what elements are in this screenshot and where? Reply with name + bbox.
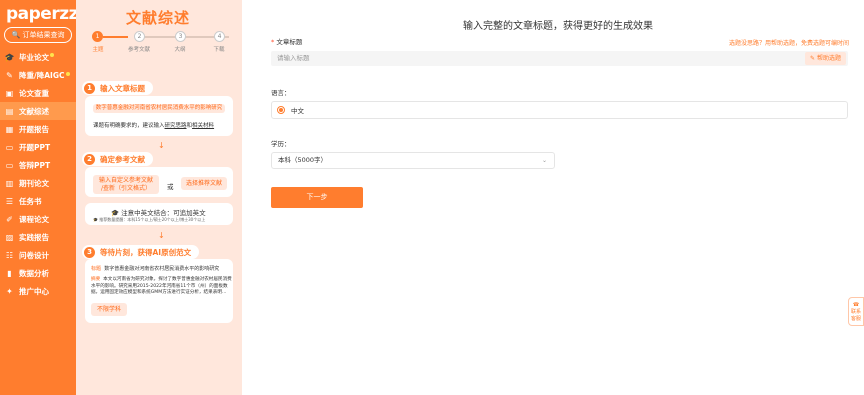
step-line bbox=[103, 36, 128, 38]
tip-text: 🎓 注意中英文结合：可追加英文 bbox=[111, 209, 206, 217]
sidebar-item-journal[interactable]: ▥ 期刊论文 bbox=[0, 174, 76, 192]
title-input[interactable]: 请输入标题 ✎ 帮助选题 bbox=[271, 51, 848, 66]
sample-title-row: 标题 数字普惠金融对河南省农村居民消费水平的影响研究 bbox=[91, 266, 220, 272]
step-indicator: 1 2 3 4 主题 参考文献 大纲 下载 bbox=[92, 31, 232, 53]
report-icon: ▦ bbox=[5, 124, 14, 134]
sidebar-item-promo[interactable]: ✦ 推广中心 bbox=[0, 282, 76, 300]
new-dot bbox=[50, 53, 54, 57]
logo[interactable]: paperzz bbox=[6, 4, 79, 24]
section2-tip: 🎓 注意中英文结合：可追加英文 🎓 推荐数量提醒：本科15个以上/硕士20个以上… bbox=[85, 203, 233, 225]
sidebar: paperzz 🔍 订单结果查询 🎓 毕业论文 ✎ 降重/降AIGC ▣ 论文查重 ▤… bbox=[0, 0, 79, 395]
new-dot bbox=[66, 72, 70, 76]
language-label: 语言： bbox=[271, 89, 291, 97]
next-button[interactable]: 下一步 bbox=[271, 187, 363, 208]
degree-select[interactable]: 本科（5000字） ⌄ bbox=[271, 152, 555, 169]
title-label: * 文章标题 bbox=[271, 38, 303, 46]
sidebar-item-task[interactable]: ☰ 任务书 bbox=[0, 192, 76, 210]
chevron-down-icon: ⌄ bbox=[541, 157, 547, 164]
sidebar-item-proposal[interactable]: ▦ 开题报告 bbox=[0, 120, 76, 138]
sidebar-item-course[interactable]: ✐ 课程论文 bbox=[0, 210, 76, 228]
book-icon: ▤ bbox=[5, 106, 14, 116]
cap-icon: 🎓 bbox=[93, 217, 98, 222]
survey-icon: ☷ bbox=[5, 250, 14, 260]
sidebar-item-graduation[interactable]: 🎓 毕业论文 bbox=[0, 48, 76, 66]
subject-tag: 不限学科 bbox=[91, 303, 127, 316]
tip-subtext: 🎓 推荐数量提醒：本科15个以上/硕士20个以上/博士30个以上 bbox=[93, 217, 206, 222]
sidebar-nav: 🎓 毕业论文 ✎ 降重/降AIGC ▣ 论文查重 ▤ 文献综述 ▦ 开题报告 ▭ 开题PPT… bbox=[0, 48, 76, 300]
section3-card: 标题 数字普惠金融对河南省农村居民消费水平的影响研究 摘要 本文以河南省为研究对… bbox=[85, 259, 233, 323]
topic-help-hint[interactable]: 选题没思路？用帮助选题，免费选题可编时间 bbox=[729, 38, 849, 47]
step-label: 参考文献 bbox=[127, 47, 150, 53]
step-circle: 3 bbox=[175, 31, 186, 42]
or-text: 或 bbox=[167, 183, 174, 191]
practice-icon: ▨ bbox=[5, 232, 14, 242]
language-option[interactable]: 中文 bbox=[271, 101, 848, 119]
promo-icon: ✦ bbox=[6, 286, 13, 296]
title-note: 课题有明确要求的，建议输入研究思路和相关材料 bbox=[93, 123, 215, 129]
step-circle: 2 bbox=[134, 31, 145, 42]
sidebar-item-defense-ppt[interactable]: ▭ 答辩PPT bbox=[0, 156, 76, 174]
page-title: 输入完整的文章标题，获得更好的生成效果 bbox=[463, 21, 653, 32]
chart-icon: ▮ bbox=[7, 268, 12, 278]
sidebar-item-practice[interactable]: ▨ 实践报告 bbox=[0, 228, 76, 246]
task-icon: ☰ bbox=[5, 196, 14, 206]
section1-card: 数字普惠金融对河南省农村居民消费水平的影响研究 课题有明确要求的，建议输入研究思… bbox=[85, 96, 233, 136]
title-example: 数字普惠金融对河南省农村居民消费水平的影响研究 bbox=[93, 104, 225, 113]
sidebar-item-proposal-ppt[interactable]: ▭ 开题PPT bbox=[0, 138, 76, 156]
step-circle: 4 bbox=[214, 31, 225, 42]
down-arrow-icon: ↓ bbox=[158, 141, 165, 150]
main-form: 输入完整的文章标题，获得更好的生成效果 * 文章标题 选题没思路？用帮助选题，免… bbox=[242, 0, 864, 395]
course-icon: ✐ bbox=[6, 214, 13, 224]
help-icon: ✎ bbox=[810, 55, 816, 62]
radio-selected-icon[interactable] bbox=[277, 106, 285, 114]
step-label: 大纲 bbox=[174, 47, 186, 53]
guide-panel: 文献综述 1 2 3 4 主题 参考文献 大纲 下载 1 输入文章标题 数字普惠金… bbox=[76, 0, 242, 395]
check-icon: ▣ bbox=[5, 88, 14, 98]
customer-service-float[interactable]: ☎ 联系客服 bbox=[848, 297, 864, 326]
headset-icon: ☎ bbox=[852, 302, 860, 308]
custom-ref-button: 输入自定义参考文献/查新（引文格式） bbox=[93, 175, 159, 194]
degree-label: 学历： bbox=[271, 140, 291, 148]
section1-head: 1 输入文章标题 bbox=[82, 81, 153, 95]
help-topic-button[interactable]: ✎ 帮助选题 bbox=[805, 52, 846, 65]
order-query-button[interactable]: 🔍 订单结果查询 bbox=[4, 27, 72, 43]
sidebar-item-survey[interactable]: ☷ 问卷设计 bbox=[0, 246, 76, 264]
sidebar-item-data[interactable]: ▮ 数据分析 bbox=[0, 264, 76, 282]
graduation-cap-icon: 🎓 bbox=[4, 52, 15, 62]
recommend-ref-button: 选择推荐文献 bbox=[181, 177, 227, 190]
step-label: 主题 bbox=[92, 47, 104, 53]
journal-icon: ▥ bbox=[5, 178, 14, 188]
section2-head: 2 确定参考文献 bbox=[82, 152, 153, 166]
section3-head: 3 等待片刻，获得AI原创范文 bbox=[82, 245, 200, 259]
section2-card: 输入自定义参考文献/查新（引文格式） 或 选择推荐文献 bbox=[85, 167, 233, 197]
cap-icon: 🎓 bbox=[111, 209, 120, 217]
guide-title: 文献综述 bbox=[126, 9, 191, 27]
slides-icon: ▭ bbox=[5, 142, 14, 152]
sidebar-item-review[interactable]: ▤ 文献综述 bbox=[0, 102, 76, 120]
slides-icon: ▭ bbox=[5, 160, 14, 170]
sidebar-item-check[interactable]: ▣ 论文查重 bbox=[0, 84, 76, 102]
rewrite-icon: ✎ bbox=[6, 70, 13, 80]
step-circle: 1 bbox=[92, 31, 103, 42]
sample-abstract: 摘要 本文以河南省为研究对象，探讨了数字普惠金融对农村居民消费 水平的影响。研究采… bbox=[91, 277, 232, 295]
step-label: 下载 bbox=[213, 47, 225, 53]
down-arrow-icon: ↓ bbox=[158, 231, 165, 240]
sidebar-item-rewrite[interactable]: ✎ 降重/降AIGC bbox=[0, 66, 76, 84]
